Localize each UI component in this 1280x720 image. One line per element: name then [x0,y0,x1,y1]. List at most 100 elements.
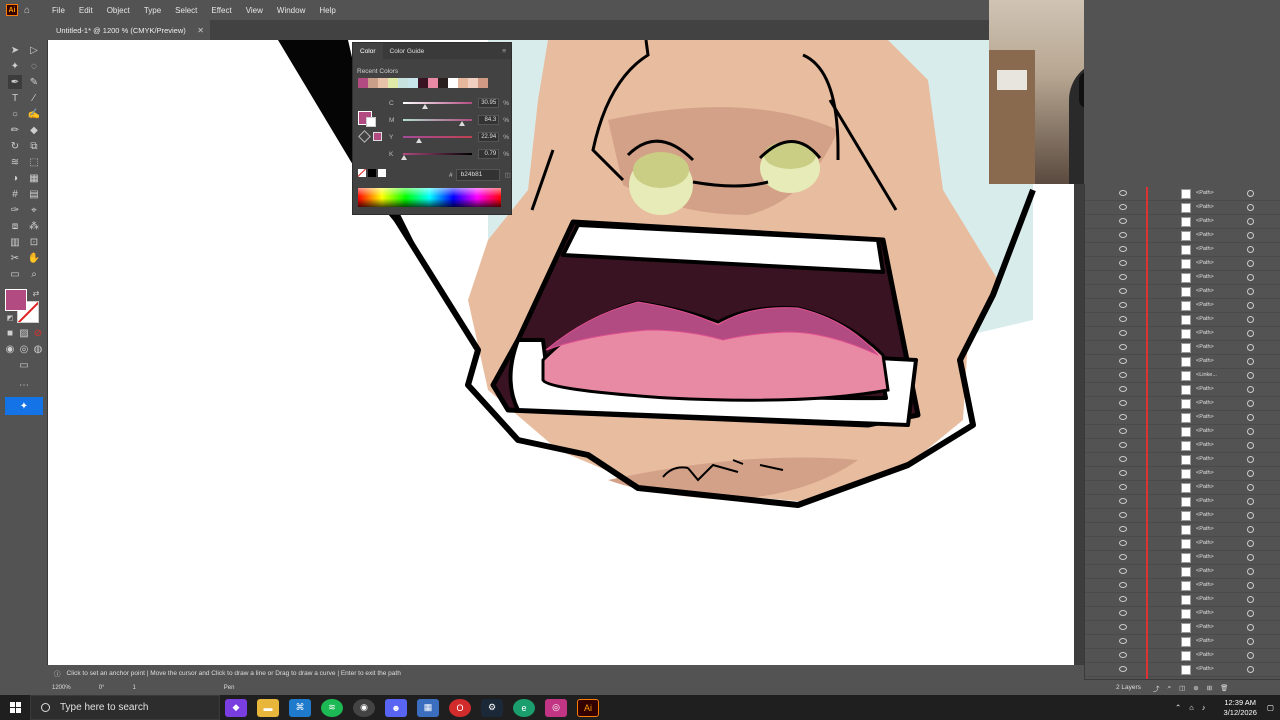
gradient-mode-icon[interactable]: ▨ [17,326,31,340]
line-tool-icon[interactable]: ⁄ [27,91,41,105]
layer-name[interactable]: <Path> [1196,218,1214,224]
target-circle-icon[interactable] [1247,554,1254,561]
close-tab-icon[interactable]: ✕ [197,26,204,35]
layer-name[interactable]: <Path> [1196,442,1214,448]
curvature-tool-icon[interactable]: ✎ [27,75,41,89]
recent-color-swatch[interactable] [388,78,398,88]
visibility-eye-icon[interactable] [1119,372,1127,378]
file-explorer-icon[interactable]: ▬ [257,698,279,717]
layer-name[interactable]: <Path> [1196,568,1214,574]
out-of-gamut-icon[interactable] [358,130,371,143]
target-circle-icon[interactable] [1247,582,1254,589]
hex-input[interactable]: b24b81 [455,169,500,181]
visibility-eye-icon[interactable] [1119,344,1127,350]
spotify-icon[interactable]: ≋ [321,698,343,717]
slider-value-input[interactable]: 84.3 [477,115,500,125]
layer-name[interactable]: <Path> [1196,652,1214,658]
target-circle-icon[interactable] [1247,666,1254,673]
layer-name[interactable]: <Path> [1196,246,1214,252]
layer-row[interactable]: <Linke... [1085,369,1280,383]
taskbar-search[interactable]: Type here to search [30,695,220,720]
visibility-eye-icon[interactable] [1119,582,1127,588]
menu-window[interactable]: Window [277,6,305,15]
visibility-eye-icon[interactable] [1119,330,1127,336]
visibility-eye-icon[interactable] [1119,316,1127,322]
visibility-eye-icon[interactable] [1119,358,1127,364]
visibility-eye-icon[interactable] [1119,470,1127,476]
layer-name[interactable]: <Path> [1196,610,1214,616]
slider-value-input[interactable]: 22.94 [477,132,500,142]
eyedropper-tool-icon[interactable]: ✑ [8,203,22,217]
obs-icon[interactable]: ◉ [353,698,375,717]
new-sublayer-icon[interactable]: ⊕ [1193,684,1198,692]
recent-color-swatch[interactable] [448,78,458,88]
zoom-tool-icon[interactable]: ⌕ [27,267,41,281]
visibility-eye-icon[interactable] [1119,484,1127,490]
target-circle-icon[interactable] [1247,498,1254,505]
recent-color-swatch[interactable] [368,78,378,88]
new-layer-icon[interactable]: ⊞ [1207,684,1212,692]
layer-name[interactable]: <Path> [1196,414,1214,420]
magic-wand-tool-icon[interactable]: ✦ [8,59,22,73]
layer-row[interactable]: <Path> [1085,327,1280,341]
layer-row[interactable]: <Path> [1085,523,1280,537]
slider-knob[interactable] [400,155,407,160]
target-circle-icon[interactable] [1247,442,1254,449]
layer-name[interactable]: <Path> [1196,288,1214,294]
layer-name[interactable]: <Path> [1196,190,1214,196]
shape-builder-tool-icon[interactable]: ◑ [8,171,22,185]
layer-name[interactable]: <Path> [1196,428,1214,434]
panel-stroke-swatch[interactable] [366,117,376,127]
print-tiling-tool-icon[interactable]: ▭ [8,267,22,281]
layer-row[interactable]: <Path> [1085,495,1280,509]
layer-row[interactable]: <Path> [1085,299,1280,313]
menu-effect[interactable]: Effect [211,6,231,15]
visibility-eye-icon[interactable] [1119,288,1127,294]
visibility-eye-icon[interactable] [1119,596,1127,602]
scale-tool-icon[interactable]: ⧉ [27,139,41,153]
export-icon[interactable]: ⤴ [1153,683,1160,693]
layer-name[interactable]: <Path> [1196,512,1214,518]
copilot-icon[interactable]: ◆ [225,698,247,717]
target-circle-icon[interactable] [1247,470,1254,477]
layer-name[interactable]: <Path> [1196,274,1214,280]
generative-ai-button[interactable]: ✦ [5,397,43,415]
visibility-eye-icon[interactable] [1119,246,1127,252]
target-circle-icon[interactable] [1247,568,1254,575]
visibility-eye-icon[interactable] [1119,218,1127,224]
network-icon[interactable]: ⌂ [1189,703,1194,712]
screen-mode-icon[interactable]: ▭ [17,358,31,372]
artboard-canvas[interactable] [48,40,1074,665]
none-color-swatch[interactable] [358,169,366,177]
discord-icon[interactable]: ☻ [385,698,407,717]
recent-color-swatch[interactable] [358,78,368,88]
layer-row[interactable]: <Path> [1085,383,1280,397]
layer-name[interactable]: <Path> [1196,470,1214,476]
locate-object-icon[interactable]: ⌕ [1167,684,1171,692]
recent-color-swatch[interactable] [418,78,428,88]
steam-icon[interactable]: ⚙ [481,698,503,717]
visibility-eye-icon[interactable] [1119,540,1127,546]
ellipse-tool-icon[interactable]: ○ [8,107,22,121]
visibility-eye-icon[interactable] [1119,274,1127,280]
layer-row[interactable]: <Path> [1085,215,1280,229]
layer-name[interactable]: <Path> [1196,484,1214,490]
visibility-eye-icon[interactable] [1119,232,1127,238]
layer-row[interactable]: <Path> [1085,313,1280,327]
calculator-icon[interactable]: ▦ [417,698,439,717]
visibility-eye-icon[interactable] [1119,610,1127,616]
symbol-sprayer-tool-icon[interactable]: ⁂ [27,219,41,233]
clock[interactable]: 12:39 AM 3/12/2026 [1224,698,1257,718]
layer-name[interactable]: <Path> [1196,624,1214,630]
visibility-eye-icon[interactable] [1119,456,1127,462]
target-circle-icon[interactable] [1247,302,1254,309]
volume-icon[interactable]: ♪ [1202,703,1206,712]
gamut-swatch[interactable] [373,132,382,141]
warp-tool-icon[interactable]: ≋ [8,155,22,169]
layer-row[interactable]: <Path> [1085,187,1280,201]
target-circle-icon[interactable] [1247,400,1254,407]
layer-row[interactable]: <Path> [1085,537,1280,551]
layer-name[interactable]: <Path> [1196,358,1214,364]
artboard-number[interactable]: 1 [132,685,135,691]
opera-icon[interactable]: O [449,698,471,717]
